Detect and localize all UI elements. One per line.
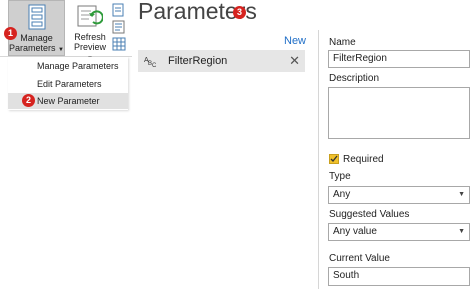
- suggested-values-label: Suggested Values: [329, 209, 410, 220]
- parameter-list-item[interactable]: A B C FilterRegion ✕: [138, 50, 305, 72]
- close-icon[interactable]: ✕: [289, 50, 300, 72]
- checkmark-icon: [330, 155, 338, 162]
- chevron-down-icon: ▼: [458, 228, 465, 235]
- ribbon: Manage Parameters ▼ Refresh Preview ▼: [0, 0, 132, 62]
- chevron-down-icon: ▼: [58, 47, 64, 53]
- callout-badge-1: 1: [4, 27, 17, 40]
- manage-label-line2: Parameters ▼: [9, 43, 64, 53]
- properties-icon[interactable]: [112, 3, 127, 17]
- callout-badge-3: 3: [233, 6, 246, 19]
- required-label: Required: [343, 154, 384, 165]
- manage-parameters-button[interactable]: Manage Parameters ▼: [8, 0, 65, 56]
- callout-badge-2: 2: [22, 94, 35, 107]
- name-label: Name: [329, 37, 356, 48]
- svg-text:C: C: [152, 63, 157, 67]
- name-field[interactable]: FilterRegion: [328, 50, 470, 68]
- parameter-name-label: FilterRegion: [168, 55, 228, 67]
- type-select[interactable]: Any ▼: [328, 186, 470, 204]
- suggested-values-select[interactable]: Any value ▼: [328, 223, 470, 241]
- manage-grid-icon[interactable]: [112, 37, 127, 51]
- menu-item-manage-parameters[interactable]: Manage Parameters: [8, 58, 128, 74]
- current-value-label: Current Value: [329, 253, 390, 264]
- refresh-preview-button[interactable]: Refresh Preview ▼: [70, 0, 110, 62]
- chevron-down-icon: ▼: [458, 191, 465, 198]
- menu-item-edit-parameters[interactable]: Edit Parameters: [8, 76, 128, 92]
- current-value-field[interactable]: South: [328, 267, 470, 286]
- required-checkbox[interactable]: [329, 154, 339, 164]
- text-type-icon: A B C: [144, 55, 158, 70]
- description-field[interactable]: [328, 87, 470, 139]
- refresh-label-line1: Refresh: [74, 32, 106, 42]
- type-label: Type: [329, 171, 351, 182]
- manage-parameters-icon: [26, 4, 48, 33]
- description-label: Description: [329, 73, 380, 84]
- advanced-editor-icon[interactable]: [112, 20, 127, 34]
- manage-label-line1: Manage: [20, 33, 53, 43]
- refresh-icon: [77, 3, 104, 32]
- panel-divider: [318, 30, 319, 289]
- new-parameter-link[interactable]: New: [284, 35, 306, 47]
